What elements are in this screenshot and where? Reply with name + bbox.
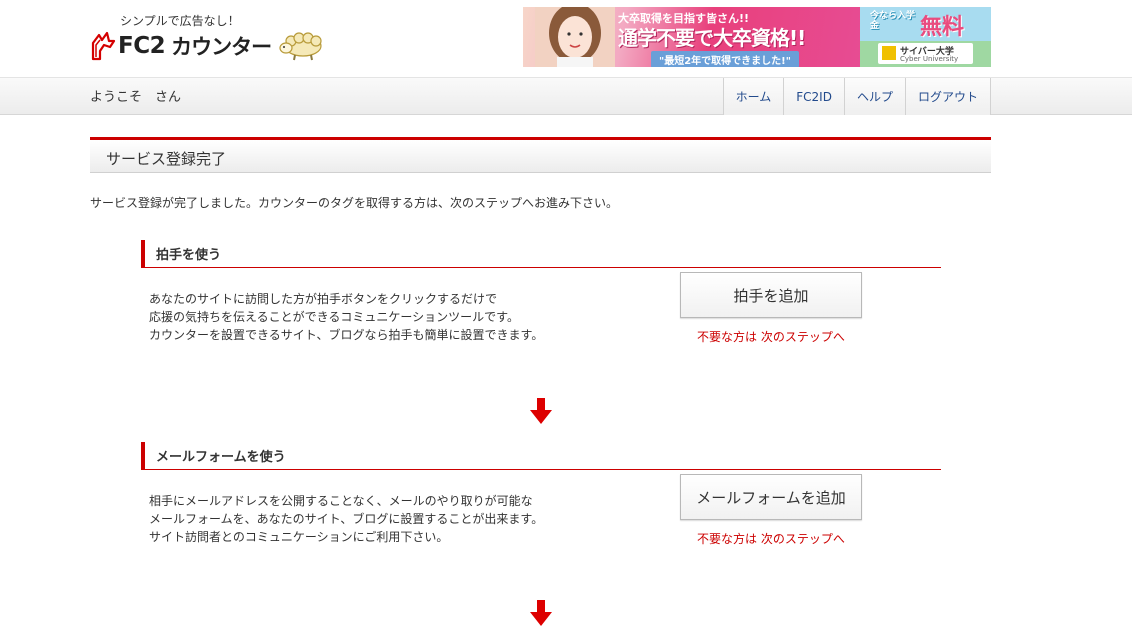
ad-banner-side[interactable]: 今なら入学金 無料 サイバー大学 Cyber University [860, 7, 991, 67]
description-line: カウンターを設置できるサイト、ブログなら拍手も簡単に設置できます。 [149, 328, 544, 342]
ad-banner[interactable]: 大卒取得を目指す皆さん!! 通学不要で大卒資格!! "最短2年で取得できました!… [523, 7, 991, 67]
nav-link-fc2id[interactable]: FC2ID [784, 78, 845, 115]
fc2-counter-logo[interactable]: FC2 カウンター [90, 26, 325, 66]
fc2-mark-icon [91, 31, 116, 61]
site-header: シンプルで広告なし！ FC2 カウンター 大卒取得を目指す皆さん!! 通学不要で… [0, 0, 1132, 77]
ad-side-offer: 今なら入学金 [870, 11, 916, 31]
description-line: 応援の気持ちを伝えることができるコミュニケーションツールです。 [149, 310, 519, 324]
section-heading: メールフォームを使う [141, 442, 941, 470]
page-title: サービス登録完了 [106, 150, 227, 168]
skip-to-next-step-link[interactable]: 不要な方は 次のステップへ [697, 328, 845, 345]
clap-section: 拍手を使う あなたのサイトに訪問した方が拍手ボタンをクリックするだけで 応援の気… [141, 240, 991, 344]
cyber-university-logo-icon [882, 46, 896, 60]
nav-link-help[interactable]: ヘルプ [844, 78, 906, 115]
description-line: 相手にメールアドレスを公開することなく、メールのやり取りが可能な [149, 494, 533, 508]
nav-bar: ようこそ さん ホーム FC2ID ヘルプ ログアウト [0, 77, 1132, 115]
ad-side-free: 無料 [920, 15, 965, 40]
nav-links: ホーム FC2ID ヘルプ ログアウト [722, 78, 991, 115]
nav-link-home[interactable]: ホーム [723, 78, 785, 115]
logo-fc2-text: FC2 [118, 33, 166, 59]
ad-side-badge-en: Cyber University [900, 55, 959, 63]
add-clap-button[interactable]: 拍手を追加 [680, 272, 862, 318]
description-line: あなたのサイトに訪問した方が拍手ボタンをクリックするだけで [149, 292, 498, 306]
intro-text: サービス登録が完了しました。カウンターのタグを取得する方は、次のステップへお進み… [90, 196, 619, 210]
nav-link-logout[interactable]: ログアウト [905, 78, 991, 115]
ad-banner-main[interactable]: 大卒取得を目指す皆さん!! 通学不要で大卒資格!! "最短2年で取得できました!… [523, 7, 860, 67]
logo-counter-text: カウンター [171, 35, 272, 59]
section-heading: 拍手を使う [141, 240, 941, 268]
add-mailform-button[interactable]: メールフォームを追加 [680, 474, 862, 520]
down-arrow-icon [530, 398, 552, 424]
welcome-text: ようこそ さん [90, 90, 182, 105]
section-description: あなたのサイトに訪問した方が拍手ボタンをクリックするだけで 応援の気持ちを伝える… [149, 290, 609, 344]
ad-model-photo-icon [535, 7, 615, 67]
down-arrow-icon [530, 600, 552, 626]
description-line: サイト訪問者とのコミュニケーションにご利用下さい。 [149, 530, 449, 544]
skip-to-next-step-link[interactable]: 不要な方は 次のステップへ [697, 530, 845, 547]
description-line: メールフォームを、あなたのサイト、ブログに設置することが出来ます。 [149, 512, 544, 526]
mailform-section: メールフォームを使う 相手にメールアドレスを公開することなく、メールのやり取りが… [141, 442, 991, 546]
ad-headline-large: 通学不要で大卒資格!! [618, 26, 806, 50]
sheep-mascot-icon [279, 32, 322, 61]
main-content: サービス登録完了 サービス登録が完了しました。カウンターのタグを取得する方は、次… [90, 137, 991, 626]
ad-quote: "最短2年で取得できました!" [651, 51, 799, 67]
section-description: 相手にメールアドレスを公開することなく、メールのやり取りが可能な メールフォーム… [149, 492, 609, 546]
